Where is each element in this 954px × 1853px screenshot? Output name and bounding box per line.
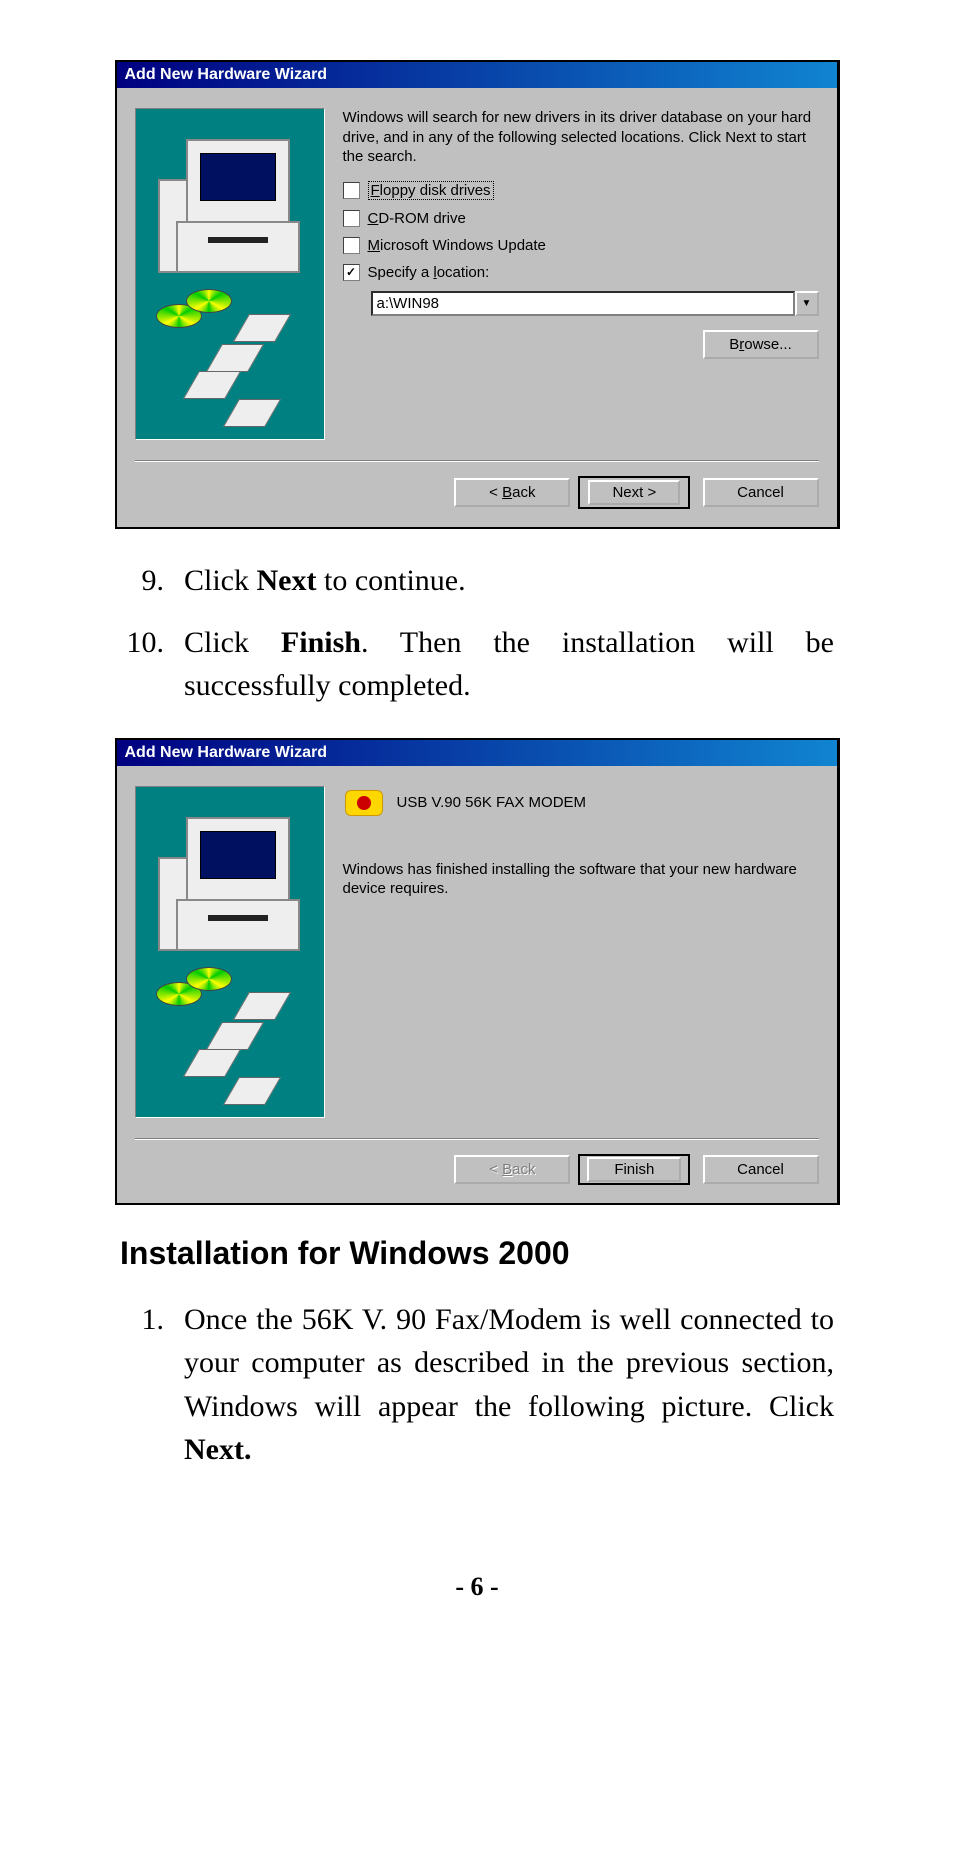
step-number: 10. <box>120 621 164 708</box>
cdrom-checkbox[interactable] <box>343 210 360 227</box>
windows-update-checkbox[interactable] <box>343 237 360 254</box>
cancel-button[interactable]: Cancel <box>703 1155 819 1184</box>
floppy-label: Floppy disk drives <box>368 181 494 200</box>
step-number: 1. <box>120 1298 164 1472</box>
section-heading: Installation for Windows 2000 <box>120 1235 834 1272</box>
dialog-titlebar: Add New Hardware Wizard <box>117 62 837 88</box>
separator <box>135 460 819 462</box>
instruction-list-w2k: 1. Once the 56K V. 90 Fax/Modem is well … <box>120 1298 834 1472</box>
wizard-illustration <box>135 786 325 1118</box>
page-number: - 6 - <box>90 1572 864 1602</box>
wizard-illustration <box>135 108 325 440</box>
dialog-titlebar: Add New Hardware Wizard <box>117 740 837 766</box>
step-text: Once the 56K V. 90 Fax/Modem is well con… <box>184 1298 834 1472</box>
back-button[interactable]: < Back <box>454 478 570 507</box>
finish-button[interactable]: Finish <box>578 1154 690 1185</box>
separator <box>135 1138 819 1140</box>
step-text: Click Finish. Then the installation will… <box>184 621 834 708</box>
floppy-checkbox[interactable] <box>343 182 360 199</box>
location-input[interactable] <box>371 291 795 316</box>
instruction-list: 9. Click Next to continue. 10. Click Fin… <box>120 559 834 708</box>
location-dropdown-button[interactable]: ▼ <box>795 291 819 316</box>
next-button[interactable]: Next > <box>578 476 690 509</box>
step-text: Click Next to continue. <box>184 559 834 603</box>
modem-icon <box>343 786 383 820</box>
device-name: USB V.90 56K FAX MODEM <box>397 794 587 811</box>
specify-location-label: Specify a location: <box>368 264 490 281</box>
hardware-wizard-dialog-2: Add New Hardware Wizard USB V.90 56K FAX… <box>115 738 840 1205</box>
cdrom-label: CD-ROM drive <box>368 210 466 227</box>
browse-button[interactable]: Browse... <box>703 330 819 359</box>
hardware-wizard-dialog-1: Add New Hardware Wizard Windows will sea… <box>115 60 840 529</box>
finished-text: Windows has finished installing the soft… <box>343 860 819 899</box>
step-number: 9. <box>120 559 164 603</box>
specify-location-checkbox[interactable] <box>343 264 360 281</box>
cancel-button[interactable]: Cancel <box>703 478 819 507</box>
windows-update-label: Microsoft Windows Update <box>368 237 546 254</box>
back-button: < Back <box>454 1155 570 1184</box>
dialog-intro-text: Windows will search for new drivers in i… <box>343 108 819 167</box>
